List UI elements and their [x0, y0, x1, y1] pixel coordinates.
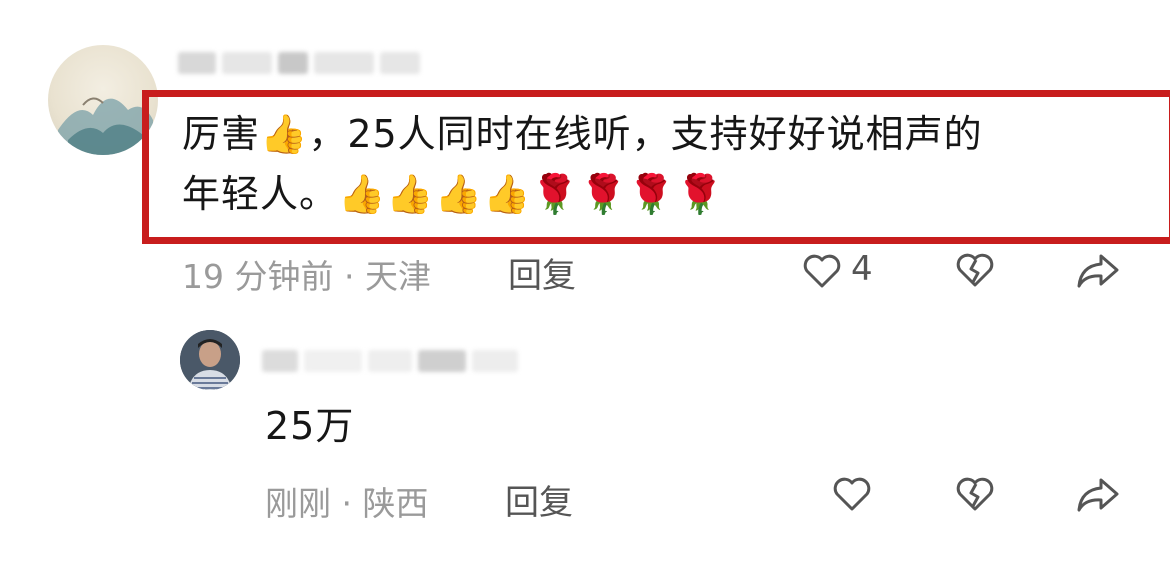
reply-text: 25万: [265, 404, 355, 448]
heart-icon[interactable]: [802, 253, 842, 289]
comment-text-line: 年轻人。👍👍👍👍🌹🌹🌹🌹: [182, 172, 725, 216]
heart-icon[interactable]: [832, 476, 872, 512]
share-icon[interactable]: [1075, 476, 1121, 514]
reply-button[interactable]: 回复: [508, 248, 576, 297]
comment-text: 厉害👍，25人同时在线听，支持好好说相声的 年轻人。👍👍👍👍🌹🌹🌹🌹: [182, 104, 1162, 224]
reply-button[interactable]: 回复: [505, 475, 573, 524]
username-blurred[interactable]: [178, 52, 426, 78]
username-blurred[interactable]: [262, 350, 524, 376]
like-count: 4: [851, 249, 873, 289]
dislike-heart-icon[interactable]: [955, 251, 995, 289]
dislike-heart-icon[interactable]: [955, 475, 995, 513]
comment-text-line: 厉害👍，25人同时在线听，支持好好说相声的: [182, 112, 983, 156]
reply-meta: 刚刚 · 陕西: [265, 484, 429, 523]
avatar[interactable]: [180, 330, 240, 390]
share-icon[interactable]: [1075, 252, 1121, 290]
comment-meta: 19 分钟前 · 天津: [182, 257, 431, 296]
person-photo-icon: [180, 330, 240, 390]
